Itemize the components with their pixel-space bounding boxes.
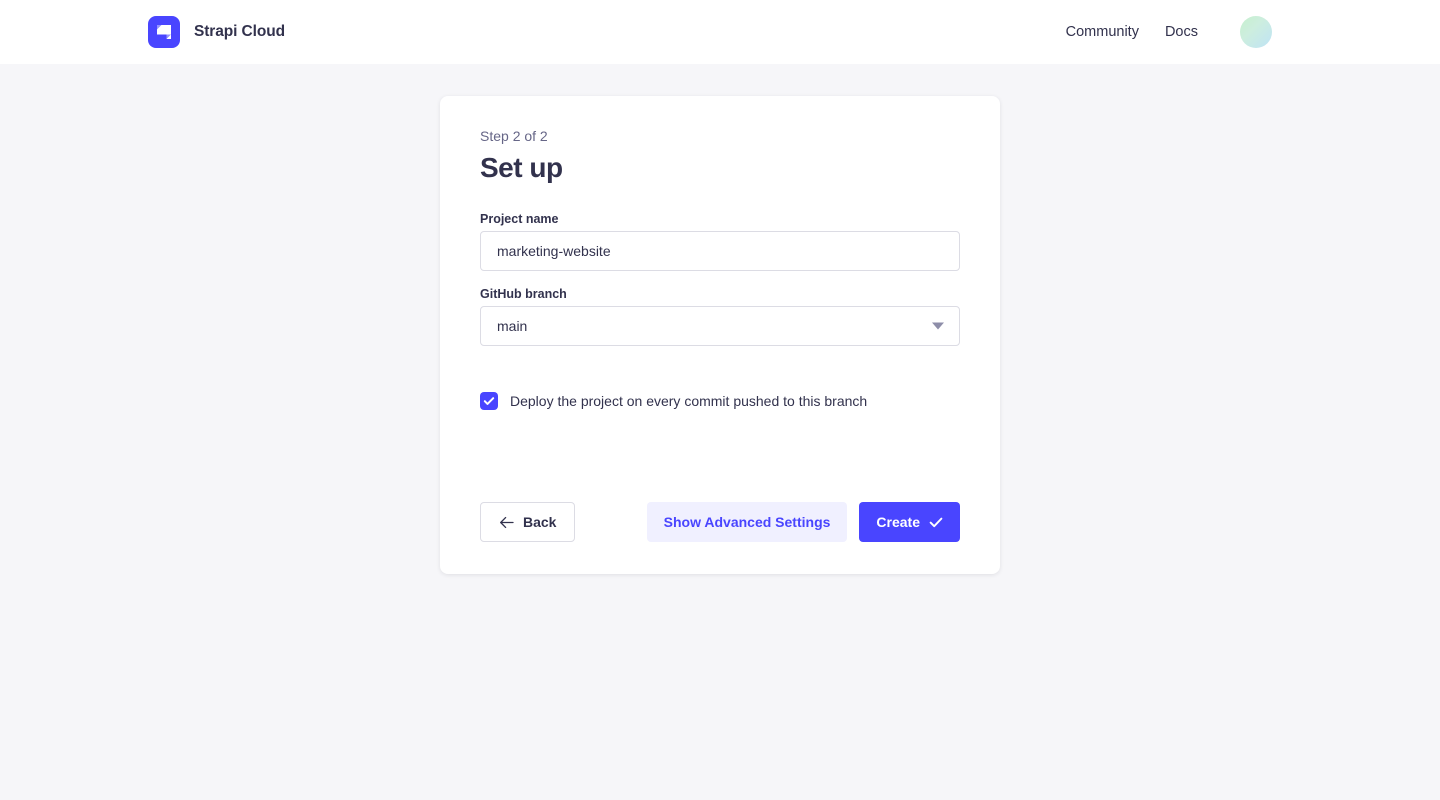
github-branch-select[interactable]: main <box>480 306 960 346</box>
nav-link-docs[interactable]: Docs <box>1165 24 1198 40</box>
deploy-on-commit-row: Deploy the project on every commit pushe… <box>480 392 960 410</box>
github-branch-field: GitHub branch main <box>480 287 960 346</box>
step-indicator: Step 2 of 2 <box>480 128 548 144</box>
github-branch-select-wrapper: main <box>480 306 960 346</box>
project-name-label: Project name <box>480 212 559 226</box>
check-icon <box>483 397 495 405</box>
show-advanced-settings-button[interactable]: Show Advanced Settings <box>646 502 848 542</box>
brand-name: Strapi Cloud <box>194 23 285 40</box>
nav-link-community[interactable]: Community <box>1066 24 1139 40</box>
show-advanced-settings-label: Show Advanced Settings <box>663 514 831 530</box>
arrow-left-icon <box>499 516 514 529</box>
avatar[interactable] <box>1240 16 1272 48</box>
create-button-label: Create <box>876 514 920 530</box>
brand-logo-link[interactable]: Strapi Cloud <box>148 16 285 48</box>
project-name-field: Project name <box>480 212 960 271</box>
top-navigation-bar: Strapi Cloud Community Docs <box>0 0 1440 64</box>
setup-card: Step 2 of 2 Set up Project name GitHub b… <box>440 96 1000 574</box>
create-button[interactable]: Create <box>859 502 960 542</box>
main-content: Step 2 of 2 Set up Project name GitHub b… <box>0 64 1440 800</box>
page-title: Set up <box>480 152 563 183</box>
github-branch-selected-value: main <box>497 318 528 334</box>
back-button-label: Back <box>523 514 557 530</box>
deploy-on-commit-label[interactable]: Deploy the project on every commit pushe… <box>510 393 867 409</box>
check-icon <box>929 516 943 529</box>
top-nav-links: Community Docs <box>1066 16 1272 48</box>
strapi-logo-icon <box>148 16 180 48</box>
project-name-input[interactable] <box>480 231 960 271</box>
back-button[interactable]: Back <box>480 502 576 542</box>
github-branch-label: GitHub branch <box>480 287 567 301</box>
card-actions: Back Show Advanced Settings Create <box>480 502 960 542</box>
deploy-on-commit-checkbox[interactable] <box>480 392 498 410</box>
